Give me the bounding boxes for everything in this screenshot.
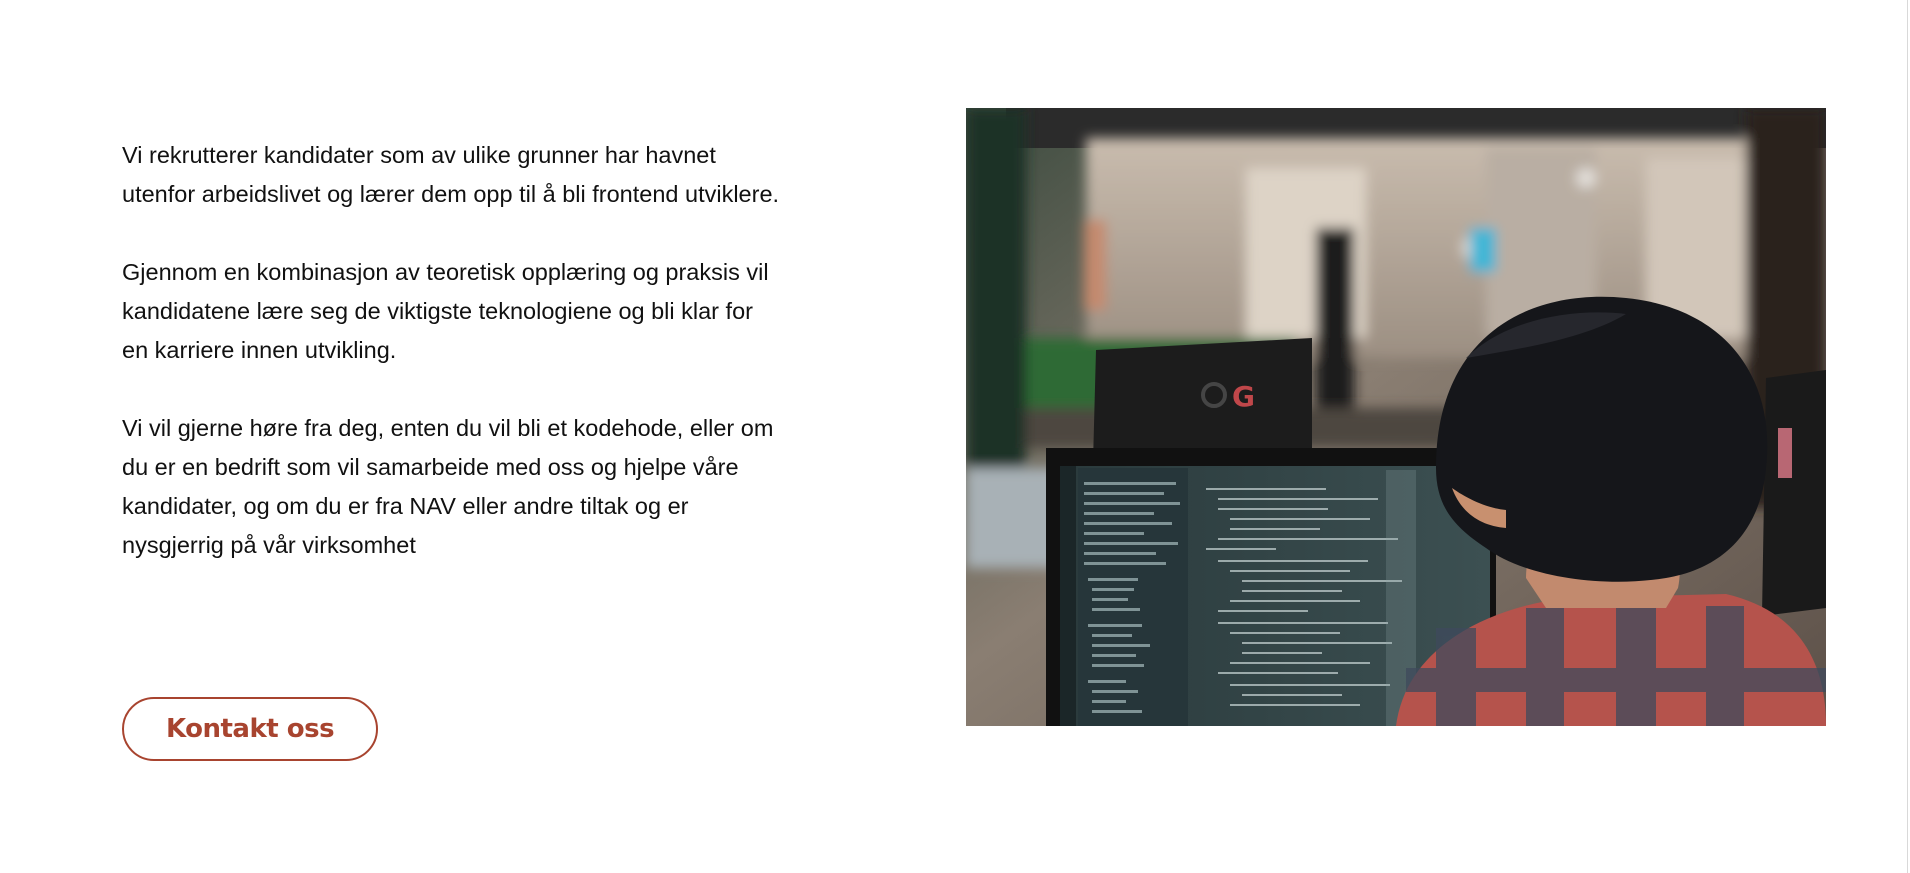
intro-paragraph-recruitment: Vi rekrutterer kandidater som av ulike g… bbox=[122, 142, 780, 207]
developer-coding-illustration: G bbox=[966, 108, 1826, 726]
intro-paragraph-contact-invite: Vi vil gjerne høre fra deg, enten du vil… bbox=[122, 415, 774, 558]
intro-text-section: Vi rekrutterer kandidater som av ulike g… bbox=[122, 136, 782, 604]
monitor-logo-letter: G bbox=[1232, 380, 1255, 413]
intro-paragraph-training: Gjennom en kombinasjon av teoretisk oppl… bbox=[122, 259, 769, 363]
contact-us-button[interactable]: Kontakt oss bbox=[122, 697, 378, 761]
page-edge-divider bbox=[1907, 0, 1908, 873]
developer-coding-photo: G bbox=[966, 108, 1826, 726]
